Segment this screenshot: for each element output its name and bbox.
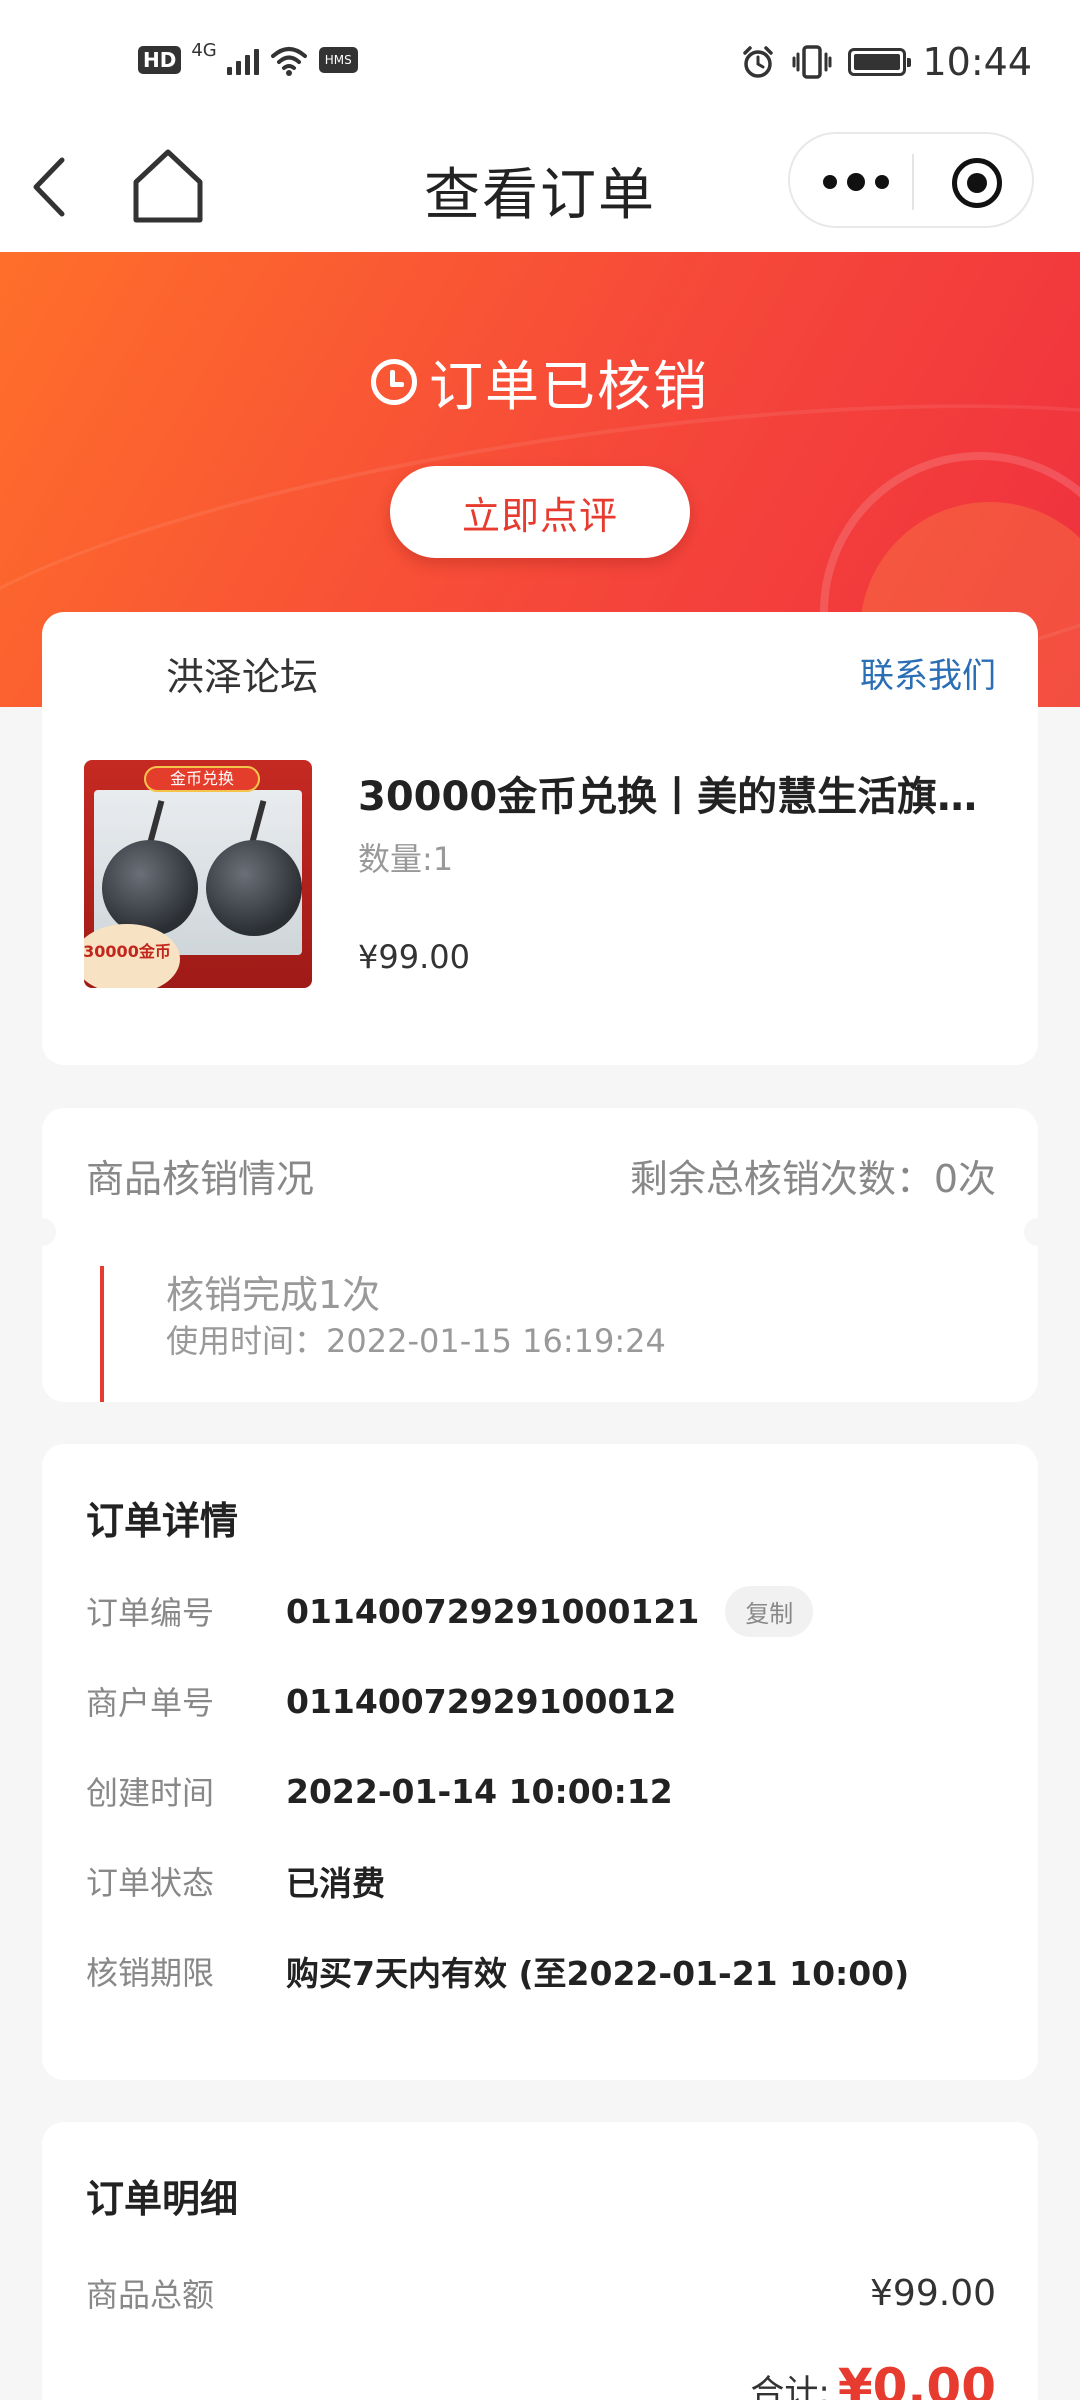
card-notch xyxy=(1024,1218,1052,1246)
created-time-value: 2022-01-14 10:00:12 xyxy=(286,1771,673,1811)
redeem-deadline-value: 购买7天内有效 (至2022-01-21 10:00) xyxy=(286,1954,910,1993)
merchant-number-value: 01140072929100012 xyxy=(286,1681,677,1721)
product-title[interactable]: 30000金币兑换丨美的慧生活旗舰店价值99元爆炒铁锅 xyxy=(358,764,998,822)
review-button[interactable]: 立即点评 xyxy=(390,466,690,558)
product-price: ¥99.00 xyxy=(358,938,470,976)
order-summary-title: 订单明细 xyxy=(86,2177,239,2221)
copy-button[interactable]: 复制 xyxy=(725,1585,814,1637)
nav-bar: 查看订单 xyxy=(0,120,1080,252)
product-quantity: 数量:1 xyxy=(358,840,454,878)
battery-icon xyxy=(848,48,912,76)
redeem-status-card: 商品核销情况 剩余总核销次数：0次 核销完成1次 使用时间：2022-01-15… xyxy=(28,1108,1052,1402)
redeem-timeline-bar xyxy=(100,1266,104,1402)
status-right: 10:44 xyxy=(740,40,1032,84)
vibrate-icon xyxy=(792,45,832,79)
pan-graphic xyxy=(102,840,198,936)
order-page: HD 4G HMS 10:44 查看订单 订单已核销 立即点评 洪泽论坛 联系我… xyxy=(0,0,1080,2400)
order-status-text: 订单已核销 xyxy=(429,355,709,418)
contact-us-link[interactable]: 联系我们 xyxy=(860,648,996,697)
alarm-icon xyxy=(743,46,774,78)
row-label: 订单状态 xyxy=(86,1864,215,1902)
clock-time: 10:44 xyxy=(922,40,1032,84)
goods-total-value: ¥99.00 xyxy=(870,2272,996,2314)
total-label: 合计: xyxy=(750,2373,830,2400)
more-icon[interactable] xyxy=(818,164,894,200)
row-label: 订单编号 xyxy=(86,1594,215,1632)
order-status-row-detail: 订单状态 已消费 xyxy=(86,1856,998,1906)
redeem-title: 商品核销情况 xyxy=(86,1157,315,1201)
wifi-icon xyxy=(270,47,307,76)
clock-icon xyxy=(371,358,417,405)
redeem-used-time: 使用时间：2022-01-15 16:19:24 xyxy=(166,1322,666,1360)
status-left: HD 4G HMS xyxy=(138,40,358,76)
order-number-value: 011400729291000121 xyxy=(286,1591,700,1631)
redeem-deadline-row: 核销期限 购买7天内有效 (至2022-01-21 10:00) xyxy=(86,1946,998,1996)
network-type: 4G xyxy=(191,39,217,61)
order-detail-title: 订单详情 xyxy=(86,1499,239,1543)
signal-icon xyxy=(226,45,259,75)
row-label: 创建时间 xyxy=(86,1774,215,1812)
card-notch xyxy=(28,1218,56,1246)
hms-icon: HMS xyxy=(318,47,358,73)
status-bar: HD 4G HMS 10:44 xyxy=(0,0,1080,120)
order-detail-card: 订单详情 订单编号 011400729291000121 复制 商户单号 011… xyxy=(42,1444,1038,2080)
created-time-row: 创建时间 2022-01-14 10:00:12 xyxy=(86,1766,998,1816)
total-value: ¥0.00 xyxy=(837,2358,996,2400)
goods-total-label: 商品总额 xyxy=(86,2276,215,2314)
row-label: 商户单号 xyxy=(86,1684,215,1722)
row-label: 核销期限 xyxy=(86,1954,215,1992)
product-card: 洪泽论坛 联系我们 金币兑换 30000金币 30000金币兑换丨美的慧生活旗舰… xyxy=(42,612,1038,1065)
merchant-number-row: 商户单号 01140072929100012 xyxy=(86,1676,998,1726)
order-summary-card: 订单明细 商品总额 ¥99.00 合计: ¥0.00 xyxy=(42,2122,1038,2400)
order-number-row: 订单编号 011400729291000121 复制 xyxy=(86,1585,998,1637)
order-status-value: 已消费 xyxy=(286,1864,385,1903)
hd-indicator: HD xyxy=(138,46,182,74)
store-name: 洪泽论坛 xyxy=(166,655,319,699)
goods-total-row: 商品总额 ¥99.00 xyxy=(86,2270,996,2316)
pan-graphic xyxy=(206,840,302,936)
product-image-banner: 金币兑换 xyxy=(144,766,260,792)
order-status-row: 订单已核销 xyxy=(0,342,1080,421)
mini-program-capsule xyxy=(788,132,1034,228)
redeem-done-text: 核销完成1次 xyxy=(166,1273,381,1317)
close-target-icon[interactable] xyxy=(952,158,1002,208)
total-row: 合计: ¥0.00 xyxy=(750,2358,996,2400)
product-image[interactable]: 金币兑换 30000金币 xyxy=(84,760,312,988)
redeem-remaining: 剩余总核销次数：0次 xyxy=(629,1157,996,1201)
capsule-divider xyxy=(912,154,914,210)
